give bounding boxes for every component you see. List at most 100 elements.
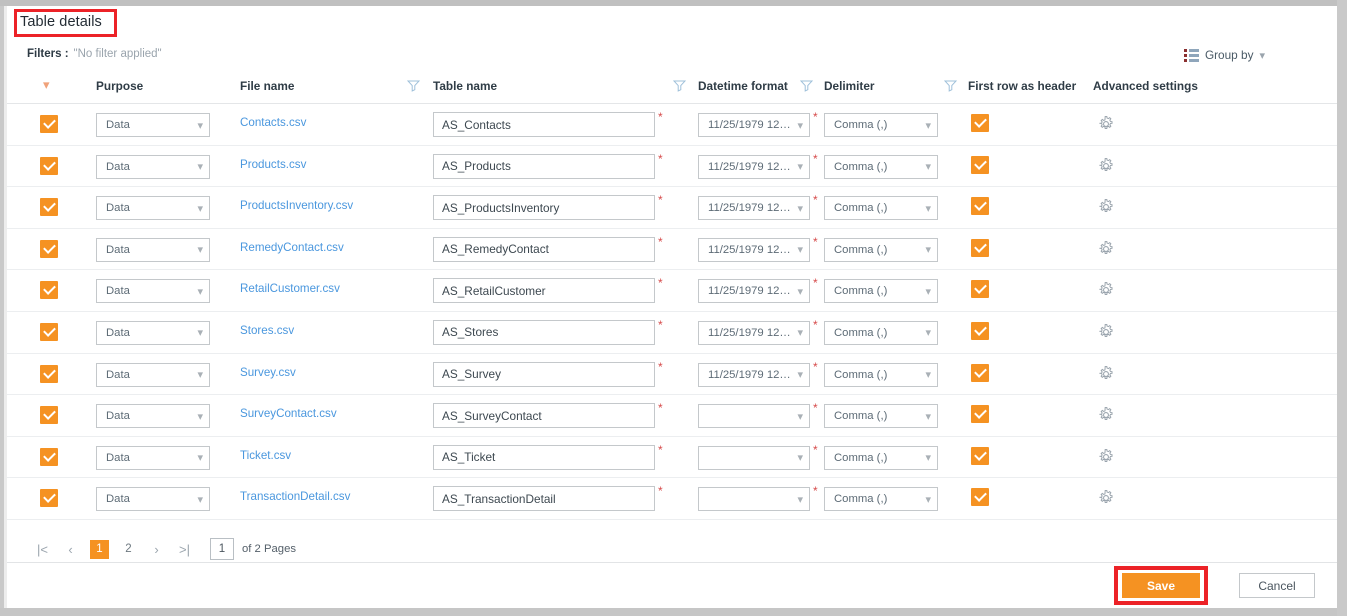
purpose-select[interactable]: Data ▾ — [96, 237, 210, 262]
purpose-select[interactable]: Data ▾ — [96, 279, 210, 304]
file-name-link[interactable]: Ticket.csv — [240, 449, 291, 462]
datetime-format-select[interactable]: 11/25/1979 12:0... ▾ — [698, 113, 810, 137]
purpose-select[interactable]: Data ▾ — [96, 362, 210, 387]
group-by-button[interactable]: Group by ▾ — [1183, 48, 1265, 62]
file-name-link[interactable]: Survey.csv — [240, 366, 296, 379]
row-select-checkbox[interactable] — [40, 364, 58, 383]
gear-icon[interactable] — [1097, 240, 1115, 258]
first-row-as-header-checkbox[interactable] — [971, 488, 989, 507]
delimiter-select[interactable]: Comma (,) ▾ — [824, 154, 938, 179]
row-select-checkbox[interactable] — [40, 406, 58, 425]
pagination-prev-button[interactable]: ‹ — [62, 541, 79, 558]
gear-icon[interactable] — [1097, 115, 1115, 133]
cancel-button[interactable]: Cancel — [1239, 573, 1315, 598]
filter-icon-datetime-format[interactable] — [800, 79, 813, 92]
datetime-format-select[interactable]: 11/25/1979 12:0... ▾ — [698, 279, 810, 304]
gear-icon[interactable] — [1097, 365, 1115, 383]
gear-icon[interactable] — [1097, 198, 1115, 216]
file-name-link[interactable]: Products.csv — [240, 158, 306, 171]
save-button[interactable]: Save — [1122, 573, 1200, 598]
column-header-datetime-format[interactable]: Datetime format — [698, 79, 788, 93]
row-select-checkbox[interactable] — [40, 239, 58, 258]
column-header-delimiter[interactable]: Delimiter — [824, 79, 874, 93]
pagination-last-button[interactable]: >| — [176, 541, 193, 558]
table-name-input[interactable] — [433, 403, 655, 429]
row-select-checkbox[interactable] — [40, 115, 58, 133]
column-header-table-name[interactable]: Table name — [433, 79, 497, 93]
table-name-input[interactable] — [433, 195, 655, 221]
gear-icon[interactable] — [1097, 489, 1115, 507]
first-row-as-header-checkbox[interactable] — [971, 321, 989, 340]
row-select-checkbox[interactable] — [40, 198, 58, 217]
table-name-input[interactable] — [433, 278, 655, 304]
datetime-format-select[interactable]: 11/25/1979 12:0... ▾ — [698, 237, 810, 262]
gear-icon[interactable] — [1097, 157, 1115, 175]
gear-icon[interactable] — [1097, 323, 1115, 341]
delimiter-select[interactable]: Comma (,) ▾ — [824, 404, 938, 429]
row-select-checkbox[interactable] — [40, 322, 58, 341]
datetime-format-select[interactable]: 11/25/1979 12:0... ▾ — [698, 154, 810, 179]
delimiter-select[interactable]: Comma (,) ▾ — [824, 362, 938, 387]
row-select-checkbox[interactable] — [40, 447, 58, 466]
delimiter-select[interactable]: Comma (,) ▾ — [824, 113, 938, 137]
delimiter-select[interactable]: Comma (,) ▾ — [824, 320, 938, 345]
column-header-first-row-as-header[interactable]: First row as header — [968, 79, 1076, 93]
table-name-input[interactable] — [433, 361, 655, 387]
gear-icon[interactable] — [1097, 406, 1115, 424]
column-header-purpose[interactable]: Purpose — [96, 79, 143, 93]
first-row-as-header-checkbox[interactable] — [971, 363, 989, 382]
file-name-link[interactable]: RetailCustomer.csv — [240, 282, 340, 295]
purpose-select[interactable]: Data ▾ — [96, 320, 210, 345]
file-name-link[interactable]: TransactionDetail.csv — [240, 490, 350, 503]
file-name-link[interactable]: ProductsInventory.csv — [240, 199, 353, 212]
table-name-input[interactable] — [433, 319, 655, 345]
first-row-as-header-checkbox[interactable] — [971, 405, 989, 424]
datetime-format-select[interactable]: ▾ — [698, 445, 810, 470]
first-row-as-header-checkbox[interactable] — [971, 280, 989, 299]
file-name-link[interactable]: Contacts.csv — [240, 116, 306, 129]
column-header-file-name[interactable]: File name — [240, 79, 294, 93]
delimiter-select[interactable]: Comma (,) ▾ — [824, 279, 938, 304]
row-select-checkbox[interactable] — [40, 156, 58, 175]
purpose-select[interactable]: Data ▾ — [96, 487, 210, 512]
first-row-as-header-checkbox[interactable] — [971, 114, 989, 132]
first-row-as-header-checkbox[interactable] — [971, 197, 989, 216]
pagination-first-button[interactable]: |< — [34, 541, 51, 558]
purpose-select[interactable]: Data ▾ — [96, 404, 210, 429]
purpose-select[interactable]: Data ▾ — [96, 113, 210, 137]
first-row-as-header-checkbox[interactable] — [971, 155, 989, 174]
datetime-format-select[interactable]: ▾ — [698, 404, 810, 429]
filter-icon-table-name[interactable] — [673, 79, 686, 92]
file-name-link[interactable]: Stores.csv — [240, 324, 294, 337]
pagination-page-2[interactable]: 2 — [120, 541, 137, 558]
datetime-format-select[interactable]: 11/25/1979 12:0... ▾ — [698, 196, 810, 221]
table-name-input[interactable] — [433, 112, 655, 137]
row-select-checkbox[interactable] — [40, 281, 58, 300]
gear-icon[interactable] — [1097, 281, 1115, 299]
datetime-format-select[interactable]: 11/25/1979 12:0... ▾ — [698, 362, 810, 387]
table-name-input[interactable] — [433, 444, 655, 470]
delimiter-select[interactable]: Comma (,) ▾ — [824, 487, 938, 512]
purpose-select[interactable]: Data ▾ — [96, 445, 210, 470]
gear-icon[interactable] — [1097, 448, 1115, 466]
purpose-select[interactable]: Data ▾ — [96, 196, 210, 221]
filter-icon-file-name[interactable] — [407, 79, 420, 92]
pagination-page-1[interactable]: 1 — [90, 539, 109, 559]
delimiter-select[interactable]: Comma (,) ▾ — [824, 237, 938, 262]
file-name-link[interactable]: RemedyContact.csv — [240, 241, 344, 254]
delimiter-select[interactable]: Comma (,) ▾ — [824, 445, 938, 470]
datetime-format-select[interactable]: 11/25/1979 12:0... ▾ — [698, 320, 810, 345]
file-name-link[interactable]: SurveyContact.csv — [240, 407, 337, 420]
purpose-select[interactable]: Data ▾ — [96, 154, 210, 179]
select-all-chevron-down-icon[interactable]: ▾ — [43, 78, 50, 91]
first-row-as-header-checkbox[interactable] — [971, 446, 989, 465]
pagination-next-button[interactable]: › — [148, 541, 165, 558]
row-select-checkbox[interactable] — [40, 489, 58, 508]
column-header-advanced-settings[interactable]: Advanced settings — [1093, 79, 1198, 93]
first-row-as-header-checkbox[interactable] — [971, 238, 989, 257]
filter-icon-delimiter[interactable] — [944, 79, 957, 92]
delimiter-select[interactable]: Comma (,) ▾ — [824, 196, 938, 221]
table-name-input[interactable] — [433, 153, 655, 179]
table-name-input[interactable] — [433, 236, 655, 262]
pagination-page-input[interactable] — [210, 538, 234, 560]
